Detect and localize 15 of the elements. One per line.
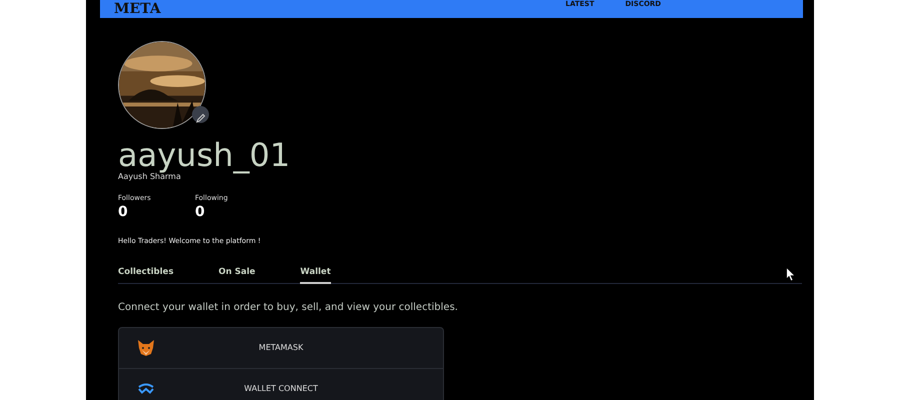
fox-icon: [137, 340, 155, 356]
tab[interactable]: Collectibles: [118, 266, 174, 283]
stat-value: 0: [195, 204, 206, 220]
tab[interactable]: Wallet: [300, 266, 331, 284]
edit-button[interactable]: [192, 106, 209, 123]
wallet-option[interactable]: METAMASK: [119, 328, 443, 369]
tab[interactable]: On Sale: [218, 266, 256, 283]
stat-value: 0: [118, 204, 129, 220]
wallet-intro-text: Connect your wallet in order to buy, sell, and view your collectibles.: [118, 300, 459, 315]
username: aayush_01: [118, 139, 292, 171]
wallet-option[interactable]: WALLET CONNECT: [119, 368, 443, 400]
full-name: Aayush Sharma: [118, 172, 181, 183]
cursor-icon: [786, 267, 796, 282]
wave-icon: [137, 382, 155, 395]
logo[interactable]: META: [114, 2, 161, 16]
